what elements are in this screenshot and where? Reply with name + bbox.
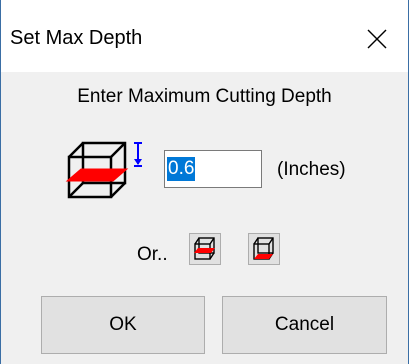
close-icon	[367, 29, 387, 49]
units-label: (Inches)	[277, 159, 346, 180]
or-label: Or..	[137, 244, 168, 265]
max-depth-input[interactable]: 0.6	[164, 150, 262, 188]
ok-button[interactable]: OK	[41, 296, 205, 354]
dialog-title: Set Max Depth	[10, 27, 143, 49]
title-bar: Set Max Depth	[1, 0, 408, 81]
box-depth-arrow-icon	[65, 141, 142, 199]
bottom-plane-cube-icon	[253, 237, 274, 260]
mid-plane-depth-button[interactable]	[189, 233, 221, 265]
cancel-button[interactable]: Cancel	[222, 296, 387, 354]
bottom-plane-depth-button[interactable]	[248, 233, 280, 265]
mid-plane-cube-icon	[194, 237, 215, 260]
prompt-text: Enter Maximum Cutting Depth	[77, 86, 332, 107]
dialog-body: Enter Maximum Cutting Depth 0.6 (Inches)…	[1, 72, 408, 364]
set-max-depth-dialog: Set Max Depth Enter Maximum Cutting Dept…	[0, 0, 409, 364]
close-button[interactable]	[354, 18, 400, 60]
max-depth-value: 0.6	[167, 157, 196, 181]
